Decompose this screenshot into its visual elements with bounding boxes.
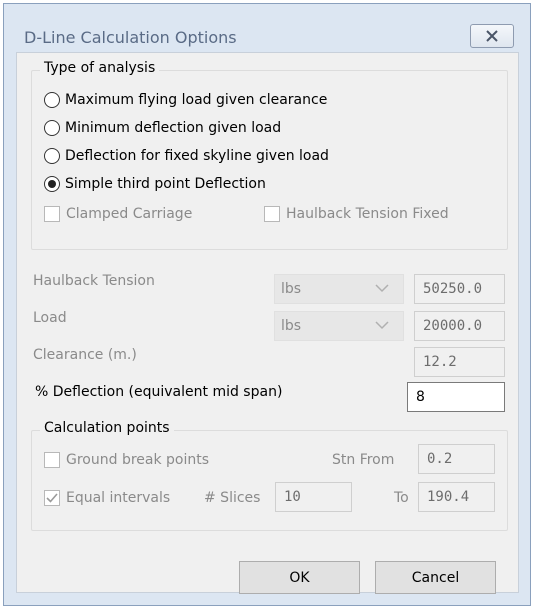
radio-button[interactable]: [44, 148, 60, 164]
slices-field[interactable]: 10: [275, 482, 352, 512]
radio-label: Minimum deflection given load: [65, 120, 282, 136]
analysis-group: Type of analysis Maximum flying load giv…: [31, 60, 508, 250]
ok-button[interactable]: OK: [239, 561, 360, 594]
haulback-tension-label: Haulback Tension: [33, 273, 155, 289]
clearance-field[interactable]: 12.2: [414, 347, 505, 377]
calc-points-group-title: Calculation points: [40, 420, 174, 436]
slices-label: # Slices: [204, 490, 261, 506]
load-label: Load: [33, 310, 67, 326]
dialog-client: Type of analysis Maximum flying load giv…: [16, 52, 519, 594]
radio-button[interactable]: [44, 92, 60, 108]
radio-max-flying-load[interactable]: Maximum flying load given clearance: [44, 89, 327, 111]
equal-intervals-checkbox[interactable]: Equal intervals: [44, 487, 170, 509]
chevron-down-icon: [375, 284, 389, 293]
haulback-tension-field[interactable]: 50250.0: [414, 274, 505, 304]
checkbox[interactable]: [44, 206, 60, 222]
stn-from-label: Stn From: [332, 452, 395, 468]
cancel-button[interactable]: Cancel: [375, 561, 496, 594]
radio-button-selected[interactable]: [44, 176, 60, 192]
checkbox-label: Haulback Tension Fixed: [286, 206, 449, 222]
checkbox-checked[interactable]: [44, 490, 60, 506]
clamped-carriage-checkbox[interactable]: Clamped Carriage: [44, 203, 192, 225]
radio-simple-third-point[interactable]: Simple third point Deflection: [44, 173, 266, 195]
radio-button[interactable]: [44, 120, 60, 136]
radio-fixed-skyline[interactable]: Deflection for fixed skyline given load: [44, 145, 329, 167]
title-bar[interactable]: D-Line Calculation Options: [4, 4, 530, 56]
haulback-unit-value: lbs: [281, 281, 302, 297]
analysis-group-title: Type of analysis: [40, 60, 160, 76]
checkbox[interactable]: [44, 452, 60, 468]
chevron-down-icon: [375, 321, 389, 330]
load-unit-select[interactable]: lbs: [274, 311, 404, 341]
radio-min-deflection[interactable]: Minimum deflection given load: [44, 117, 281, 139]
haulback-fixed-checkbox[interactable]: Haulback Tension Fixed: [264, 203, 449, 225]
close-icon: [486, 30, 498, 42]
stn-from-field[interactable]: 0.2: [418, 444, 495, 474]
radio-label: Deflection for fixed skyline given load: [65, 148, 329, 164]
load-unit-value: lbs: [281, 318, 302, 334]
checkbox-label: Clamped Carriage: [66, 206, 193, 222]
haulback-unit-select[interactable]: lbs: [274, 274, 404, 304]
radio-label: Maximum flying load given clearance: [65, 92, 328, 108]
check-icon: [46, 493, 58, 503]
to-field[interactable]: 190.4: [418, 482, 495, 512]
deflection-label: % Deflection (equivalent mid span): [35, 384, 283, 400]
load-field[interactable]: 20000.0: [414, 311, 505, 341]
deflection-field[interactable]: 8: [407, 382, 505, 412]
checkbox-label: Equal intervals: [66, 490, 171, 506]
ground-break-checkbox[interactable]: Ground break points: [44, 449, 209, 471]
clearance-label: Clearance (m.): [33, 347, 137, 363]
checkbox[interactable]: [264, 206, 280, 222]
to-label: To: [394, 490, 409, 506]
calc-points-group: Calculation points Ground break points S…: [31, 420, 508, 531]
window-title: D-Line Calculation Options: [24, 28, 237, 47]
dialog-window: D-Line Calculation Options Type of analy…: [3, 3, 531, 606]
close-button[interactable]: [470, 24, 514, 48]
radio-label: Simple third point Deflection: [65, 176, 266, 192]
checkbox-label: Ground break points: [66, 452, 210, 468]
